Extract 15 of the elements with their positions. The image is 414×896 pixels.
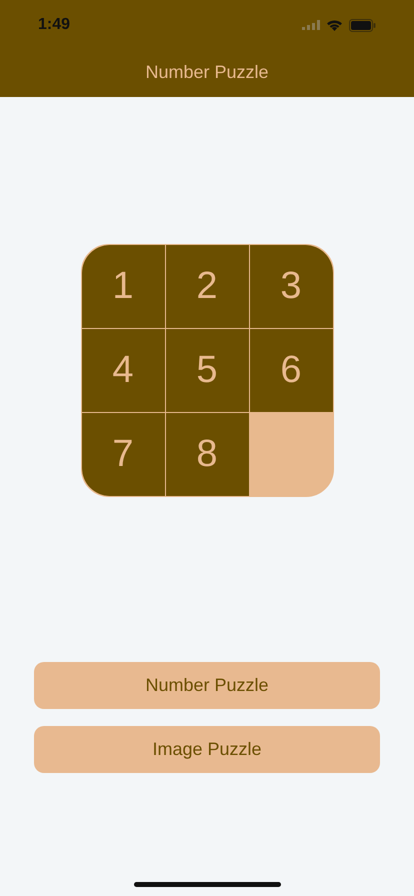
puzzle-button[interactable]: Number Puzzle xyxy=(34,662,380,709)
signal-icon xyxy=(302,20,320,30)
header-title: Number Puzzle xyxy=(145,60,269,84)
number-tile[interactable]: 1 xyxy=(82,245,164,328)
number-tile[interactable]: 3 xyxy=(250,245,332,328)
number-tile[interactable]: 7 xyxy=(82,413,164,496)
number-tile[interactable]: 2 xyxy=(166,245,248,328)
number-tile[interactable]: 8 xyxy=(166,413,248,496)
puzzle-button[interactable]: Image Puzzle xyxy=(34,726,380,773)
number-tile[interactable]: 4 xyxy=(82,329,164,412)
status-time: 1:49 xyxy=(38,15,70,35)
wifi-icon xyxy=(326,19,343,31)
battery-icon xyxy=(349,18,376,32)
number-tile[interactable]: 5 xyxy=(166,329,248,412)
number-tile[interactable]: 6 xyxy=(250,329,332,412)
